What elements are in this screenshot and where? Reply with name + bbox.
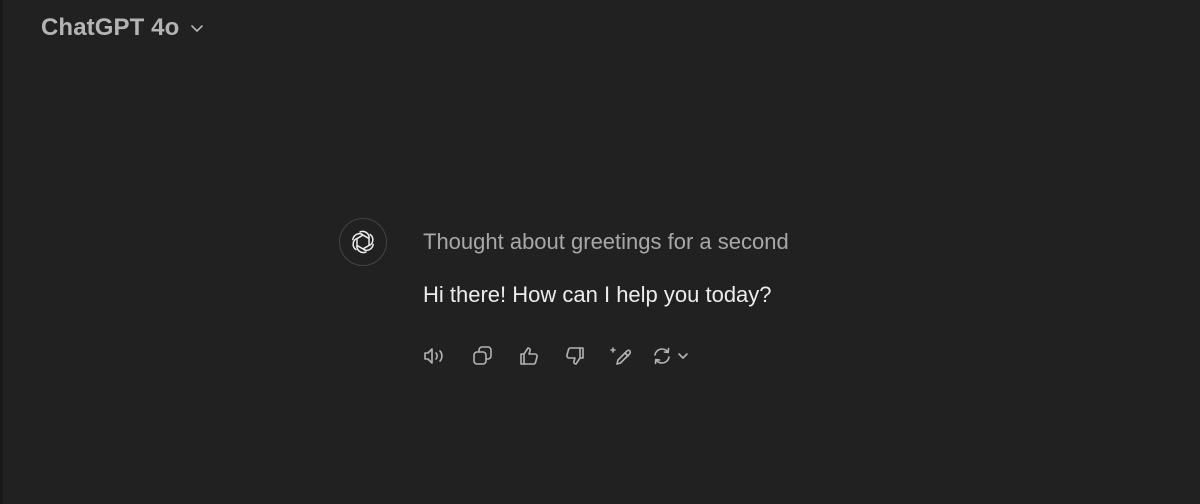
thought-summary-toggle[interactable]: Thought about greetings for a second <box>423 229 789 255</box>
chat-window: ChatGPT 4o Thought about greetings for a… <box>0 0 1200 504</box>
regenerate-button[interactable] <box>647 340 694 372</box>
thumbs-up-icon <box>518 345 540 367</box>
edit-in-canvas-button[interactable] <box>601 340 641 372</box>
chevron-down-icon <box>189 20 205 36</box>
copy-button[interactable] <box>463 340 503 372</box>
good-response-button[interactable] <box>509 340 549 372</box>
assistant-avatar <box>339 218 387 266</box>
pencil-sparkle-icon <box>609 345 633 367</box>
copy-icon <box>472 345 494 367</box>
model-name: ChatGPT 4o <box>41 14 180 41</box>
read-aloud-button[interactable] <box>423 340 457 372</box>
thumbs-down-icon <box>564 345 586 367</box>
model-selector-button[interactable]: ChatGPT 4o <box>38 10 211 46</box>
chevron-down-icon <box>676 349 690 363</box>
refresh-icon <box>651 345 673 367</box>
assistant-reply-text: Hi there! How can I help you today? <box>423 282 772 307</box>
bad-response-button[interactable] <box>555 340 595 372</box>
message-action-bar <box>423 340 694 372</box>
speaker-icon <box>423 345 449 367</box>
openai-logo-icon <box>349 228 377 256</box>
